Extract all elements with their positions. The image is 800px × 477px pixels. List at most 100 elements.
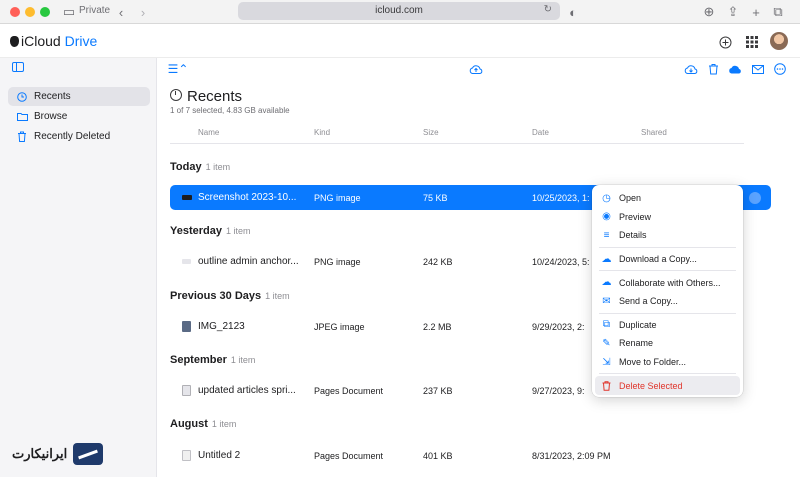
menu-item-collaborate[interactable]: ☁ Collaborate with Others... (595, 273, 740, 292)
context-menu: ◷ Open ◉ Preview ≡ Details ☁ Download a … (592, 185, 743, 397)
sidebar-item-recents[interactable]: Recents (8, 87, 150, 106)
file-size: 401 KB (423, 451, 453, 461)
downloads-icon[interactable]: ⊕ (702, 3, 716, 21)
row-more-button[interactable] (749, 192, 761, 204)
add-icon[interactable] (717, 34, 733, 50)
menu-item-label: Details (619, 230, 647, 241)
pencil-icon: ✎ (602, 337, 611, 349)
watermark-text: ایرانیکارت (12, 446, 68, 461)
watermark-logo-icon (73, 443, 104, 465)
menu-item-label: Send a Copy... (619, 296, 678, 307)
menu-item-preview[interactable]: ◉ Preview (595, 208, 740, 227)
column-header-size[interactable]: Size (423, 128, 439, 137)
menu-item-label: Rename (619, 338, 654, 349)
close-window-button[interactable] (10, 7, 20, 17)
file-kind: Pages Document (314, 386, 384, 396)
file-kind: PNG image (314, 193, 361, 203)
sidebar-toggle-icon[interactable] (12, 62, 24, 72)
app-title-prefix: iCloud (21, 33, 61, 49)
group-title: August (170, 418, 208, 430)
menu-item-download-copy[interactable]: ☁ Download a Copy... (595, 250, 740, 269)
sidebar-item-browse[interactable]: Browse (8, 107, 150, 126)
sidebar-item-recently-deleted[interactable]: Recently Deleted (8, 127, 150, 146)
trash-icon[interactable] (705, 61, 721, 77)
file-icon (182, 195, 192, 200)
column-header-date[interactable]: Date (532, 128, 549, 137)
group-header-august: August 1 item (170, 418, 236, 430)
zoom-window-button[interactable] (40, 7, 50, 17)
download-icon[interactable] (683, 61, 699, 77)
avatar[interactable] (770, 32, 788, 50)
trash-icon (16, 131, 28, 143)
menu-item-label: Delete Selected (619, 380, 683, 391)
recents-clock-icon (170, 89, 182, 101)
download-icon: ☁ (601, 253, 612, 265)
forward-icon[interactable]: › (136, 3, 150, 21)
file-size: 75 KB (423, 193, 448, 203)
minimize-window-button[interactable] (25, 7, 35, 17)
file-icon (182, 385, 191, 396)
folder-icon (16, 111, 28, 123)
menu-item-rename[interactable]: ✎ Rename (595, 334, 740, 353)
file-icon (182, 450, 191, 461)
reload-icon[interactable]: ↻ (544, 4, 552, 15)
sidebar: Recents Browse Recently Deleted (0, 58, 157, 477)
more-options-icon[interactable] (772, 61, 788, 77)
back-icon[interactable]: ‹ (114, 3, 128, 21)
file-date: 9/29/2023, 2: (532, 322, 585, 332)
watermark: ایرانیکارت (12, 443, 104, 465)
browser-toolbar: ▭ Private ‹ › icloud.com ↻ ◐ ⊕ ⇪ + ⧉ (0, 0, 800, 24)
tab-overview-icon[interactable]: ⧉ (771, 3, 785, 21)
details-icon: ≡ (603, 229, 610, 241)
header-divider (170, 143, 744, 144)
group-title: Yesterday (170, 225, 222, 237)
menu-item-label: Preview (619, 211, 652, 222)
menu-item-duplicate[interactable]: ⧉ Duplicate (595, 316, 740, 335)
group-header-yesterday: Yesterday 1 item (170, 225, 251, 237)
column-header-shared[interactable]: Shared (641, 128, 667, 137)
sidebar-toggle-icon[interactable]: ▭ (62, 3, 76, 21)
menu-item-label: Collaborate with Others... (619, 277, 721, 288)
column-header-kind[interactable]: Kind (314, 128, 330, 137)
url-text: icloud.com (375, 5, 423, 16)
file-size: 237 KB (423, 386, 453, 396)
menu-item-delete-selected[interactable]: Delete Selected (595, 376, 740, 395)
file-name: Screenshot 2023-10... (198, 192, 297, 203)
file-date: 10/25/2023, 1: (532, 193, 590, 203)
move-folder-icon: ⇲ (602, 356, 611, 368)
file-icon (182, 259, 191, 264)
share-icon[interactable]: ⇪ (726, 3, 740, 21)
collaborate-icon[interactable] (727, 61, 743, 77)
group-count: 1 item (211, 419, 237, 429)
address-bar[interactable]: icloud.com ↻ (238, 2, 560, 20)
app-header: iCloud Drive (0, 24, 800, 58)
view-options-icon[interactable]: ☰⌃ (168, 61, 189, 77)
menu-divider (599, 312, 736, 314)
menu-item-details[interactable]: ≡ Details (595, 226, 740, 245)
group-title: Today (170, 161, 202, 173)
menu-item-open[interactable]: ◷ Open (595, 189, 740, 208)
storage-status: 1 of 7 selected, 4.83 GB available (170, 106, 290, 115)
file-kind: Pages Document (314, 451, 384, 461)
column-header-name[interactable]: Name (198, 128, 219, 137)
menu-item-move-to-folder[interactable]: ⇲ Move to Folder... (595, 353, 740, 372)
envelope-icon[interactable] (750, 61, 766, 77)
menu-divider (599, 246, 736, 248)
menu-item-label: Download a Copy... (619, 254, 697, 265)
group-count: 1 item (225, 226, 251, 236)
table-row[interactable]: Untitled 2 Pages Document 401 KB 8/31/20… (170, 443, 771, 468)
sidebar-item-label: Recents (34, 91, 71, 102)
menu-item-send-copy[interactable]: ✉ Send a Copy... (595, 292, 740, 311)
sidebar-item-label: Recently Deleted (34, 131, 111, 142)
app-grid-icon[interactable] (744, 34, 760, 50)
eye-icon: ◉ (602, 211, 611, 223)
shield-icon[interactable]: ◐ (566, 3, 580, 21)
cloud-upload-icon[interactable] (468, 61, 484, 77)
file-size: 242 KB (423, 257, 453, 267)
group-count: 1 item (205, 162, 231, 172)
file-name: outline admin anchor... (198, 256, 299, 267)
app-title[interactable]: iCloud Drive (10, 33, 97, 49)
new-tab-icon[interactable]: + (749, 3, 763, 21)
apple-logo-icon (10, 36, 19, 47)
group-header-september: September 1 item (170, 354, 255, 366)
